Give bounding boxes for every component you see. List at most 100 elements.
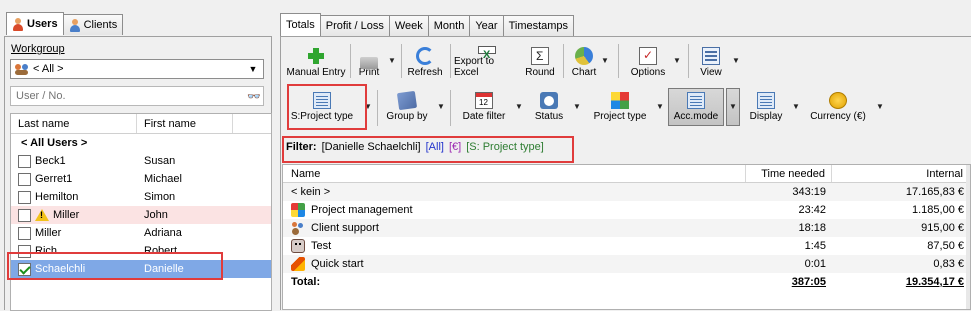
status-button[interactable]: Status [532, 92, 566, 122]
status-dropdown-icon[interactable]: ▼ [573, 102, 581, 111]
col-last-name[interactable]: Last name [11, 114, 137, 133]
tab-clients[interactable]: Clients [62, 14, 124, 35]
tab-profit-loss[interactable]: Profit / Loss [319, 15, 390, 36]
acc-mode-label: Acc.mode [673, 111, 719, 122]
tab-users-label: Users [27, 18, 58, 30]
view-button[interactable]: View [696, 46, 726, 78]
table-row[interactable]: Client support 18:18 915,00 € [283, 219, 970, 237]
manual-entry-button[interactable]: Manual Entry [286, 46, 346, 78]
table-row[interactable]: Miller Adriana [11, 224, 271, 242]
project-type-dropdown-icon[interactable]: ▼ [656, 102, 664, 111]
view-dropdown-icon[interactable]: ▼ [732, 56, 740, 65]
group-by-dropdown-icon[interactable]: ▼ [437, 102, 445, 111]
currency-label: Currency (€) [810, 111, 866, 122]
table-row[interactable]: < kein > 343:19 17.165,83 € [283, 183, 970, 201]
group-by-icon [396, 90, 418, 111]
selected-project-type-button[interactable]: S:Project type [290, 92, 354, 122]
round-button[interactable]: Round [525, 46, 555, 78]
grid-scrollbar[interactable] [966, 165, 970, 309]
chevron-down-icon[interactable]: ▼ [246, 62, 260, 76]
row-name: Test [311, 240, 332, 252]
table-row[interactable]: Quick start 0:01 0,83 € [283, 255, 970, 273]
people-icon [291, 221, 305, 235]
row-internal: 0,83 € [933, 258, 964, 270]
users-panel: Workgroup < All > ▼ 👓 Last name First na… [4, 36, 272, 311]
user-first-name: Robert [144, 245, 178, 257]
project-type-button[interactable]: Project type [592, 92, 648, 122]
tab-clients-label: Clients [83, 19, 118, 31]
table-row-selected[interactable]: Schaelchli Danielle [11, 260, 271, 278]
print-button[interactable]: Print [354, 46, 384, 78]
date-filter-button[interactable]: Date filter [460, 92, 508, 122]
total-row[interactable]: Total: 387:05 19.354,17 € [283, 273, 970, 291]
user-checkbox[interactable] [18, 226, 31, 240]
user-last-name: Schaelchli [35, 263, 86, 275]
status-icon [540, 92, 558, 109]
client-icon [69, 18, 81, 32]
user-checkbox-checked[interactable] [18, 262, 31, 276]
currency-button[interactable]: Currency (€) [810, 92, 866, 122]
display-button[interactable]: Display [746, 92, 786, 122]
group-by-button[interactable]: Group by [386, 90, 428, 122]
tab-year[interactable]: Year [469, 15, 504, 36]
tab-timestamps[interactable]: Timestamps [502, 15, 575, 36]
tab-users[interactable]: Users [6, 12, 64, 35]
table-row[interactable]: Test 1:45 87,50 € [283, 237, 970, 255]
user-checkbox[interactable] [18, 190, 31, 204]
user-checkbox[interactable] [18, 172, 31, 186]
selected-project-type-label: S:Project type [290, 111, 354, 122]
table-row[interactable]: < All Users > [11, 134, 271, 152]
user-icon [12, 17, 24, 31]
tab-month[interactable]: Month [427, 15, 471, 36]
binoculars-icon[interactable]: 👓 [246, 89, 262, 103]
table-row[interactable]: Rich Robert [11, 242, 271, 260]
display-dropdown-icon[interactable]: ▼ [792, 102, 800, 111]
tab-week[interactable]: Week [388, 15, 429, 36]
user-last-name: Beck1 [35, 155, 66, 167]
project-type-sel-dropdown-icon[interactable]: ▼ [364, 102, 372, 111]
acc-mode-dropdown-icon[interactable]: ▼ [729, 102, 737, 111]
filter-currency: [€] [448, 141, 462, 153]
user-search-input[interactable] [10, 86, 264, 106]
toolbar-separator [450, 90, 451, 126]
refresh-button[interactable]: Refresh [406, 46, 444, 78]
workgroup-select[interactable]: < All > ▼ [10, 59, 264, 79]
user-checkbox[interactable] [18, 154, 31, 168]
print-dropdown-icon[interactable]: ▼ [388, 56, 396, 65]
col-internal[interactable]: Internal [832, 165, 970, 182]
options-dropdown-icon[interactable]: ▼ [673, 56, 681, 65]
tab-totals[interactable]: Totals [280, 13, 321, 36]
user-first-name: Danielle [144, 263, 184, 275]
user-checkbox[interactable] [18, 208, 31, 222]
filter-label: Filter: [286, 141, 317, 153]
total-time: 387:05 [791, 276, 826, 288]
filter-line: Filter: [Danielle Schaelchli] [All] [€] … [286, 141, 544, 153]
table-row[interactable]: Hemilton Simon [11, 188, 271, 206]
users-table-header: Last name First name [11, 114, 271, 134]
row-internal: 87,50 € [927, 240, 964, 252]
total-internal: 19.354,17 € [905, 276, 964, 288]
grid-header: Name Time needed Internal [283, 165, 970, 183]
left-panel: Users Clients Workgroup < All > ▼ 👓 Last… [0, 0, 272, 311]
users-table: Last name First name < All Users > Beck1… [10, 113, 272, 311]
user-last-name: Miller [35, 227, 62, 239]
table-row[interactable]: Gerret1 Michael [11, 170, 271, 188]
chart-dropdown-icon[interactable]: ▼ [601, 56, 609, 65]
report-tabs: Totals Profit / Loss Week Month Year Tim… [280, 13, 575, 36]
left-tabs: Users Clients [6, 12, 124, 35]
table-row[interactable]: Project management 23:42 1.185,00 € [283, 201, 970, 219]
chart-button[interactable]: Chart [569, 46, 599, 78]
currency-dropdown-icon[interactable]: ▼ [876, 102, 884, 111]
user-checkbox[interactable] [18, 244, 31, 258]
col-time-needed[interactable]: Time needed [746, 165, 832, 182]
col-name[interactable]: Name [283, 165, 746, 182]
options-button[interactable]: Options [630, 46, 666, 78]
col-first-name[interactable]: First name [137, 114, 233, 133]
row-time: 1:45 [804, 240, 826, 252]
table-row[interactable]: Beck1 Susan [11, 152, 271, 170]
round-label: Round [525, 67, 555, 78]
date-filter-dropdown-icon[interactable]: ▼ [515, 102, 523, 111]
export-excel-button[interactable]: Export to Excel [454, 46, 520, 78]
table-row[interactable]: Miller John [11, 206, 271, 224]
acc-mode-button[interactable]: Acc.mode [670, 92, 722, 122]
